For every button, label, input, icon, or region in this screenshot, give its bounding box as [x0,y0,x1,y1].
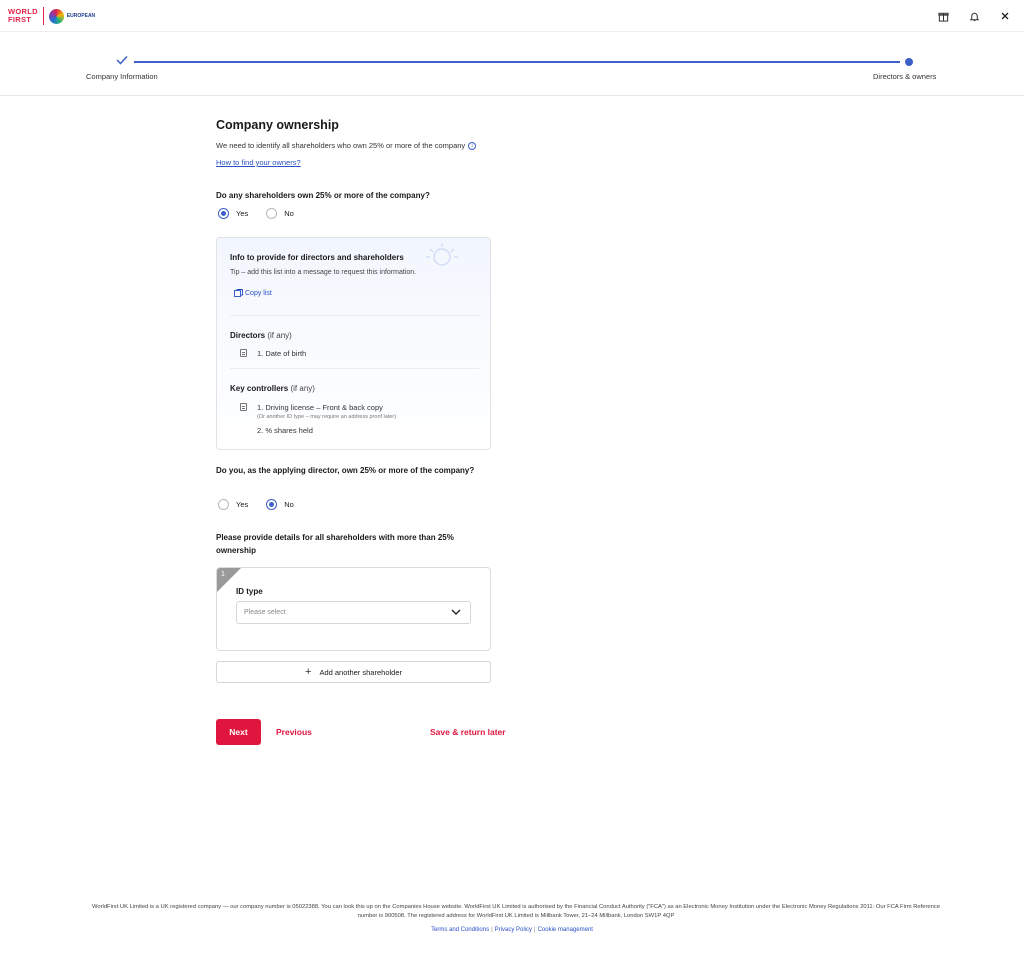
main-form: Company ownership We need to identify al… [216,118,516,170]
worldfirst-logo[interactable]: WORLD FIRST EUROPEAN [8,7,95,25]
check-icon [116,55,128,65]
info-requirements-card: Info to provide for directors and shareh… [216,237,491,450]
radio-indicator-selected[interactable] [266,499,278,510]
directors-item-dob: 1. Date of birth [257,349,307,358]
radio-indicator-selected[interactable] [218,208,229,219]
partner-logo-text: EUROPEAN [66,13,96,19]
logo-line2: FIRST [8,15,32,24]
next-button[interactable]: Next [216,719,261,745]
radio-q1-yes[interactable]: Yes [218,208,248,219]
previous-button[interactable]: Previous [276,727,312,737]
radio-group-q2: Yes No [218,499,312,510]
radio-label: No [284,500,294,509]
chevron-down-icon [451,609,461,615]
question-shareholders-25: Do any shareholders own 25% or more of t… [216,191,430,200]
directors-heading: Directors (if any) [230,331,292,340]
step-label-directors-owners[interactable]: Directors & owners [873,72,936,81]
key-controllers-heading: Key controllers (if any) [230,384,315,393]
document-icon [240,349,247,357]
lightbulb-icon [426,243,458,266]
divider [230,315,479,316]
question-applicant-25: Do you, as the applying director, own 25… [216,466,475,475]
copy-list-button[interactable]: Copy list [234,289,272,297]
bell-icon[interactable] [964,6,984,26]
separator: | [534,927,536,933]
partner-emblem-icon [48,8,64,24]
radio-label: Yes [236,500,249,509]
controllers-item-license: 1. Driving license – Front & back copy [257,403,383,412]
directors-title: Directors [230,331,266,340]
info-card-tip: Tip – add this list into a message to re… [230,269,417,276]
radio-q2-no[interactable]: No [266,499,294,510]
plus-icon: + [305,666,312,678]
directors-hint: (if any) [267,331,292,340]
document-icon [240,403,247,411]
controllers-item-shares: 2. % shares held [257,426,313,435]
save-return-later-button[interactable]: Save & return later [430,727,506,737]
current-step-dot [905,58,913,66]
footer-links: Terms and Conditions | Privacy Policy | Cook… [0,927,1024,933]
add-shareholder-button[interactable]: + Add another shareholder [216,661,491,683]
controllers-item-license-note: (Or another ID type – may require an add… [257,414,397,420]
copy-icon [234,289,243,297]
gift-icon[interactable] [933,6,953,26]
info-icon[interactable]: i [468,141,477,150]
shareholders-details-heading: Please provide details for all sharehold… [216,533,454,555]
separator: | [491,927,493,933]
how-to-find-owners-link[interactable]: How to find your owners? [216,158,301,167]
radio-q1-no[interactable]: No [266,208,294,219]
cookie-management-link[interactable]: Cookie management [538,927,593,933]
stepper-line [134,61,900,63]
info-card-title: Info to provide for directors and shareh… [230,253,404,262]
shareholder-index: 1 [221,571,225,578]
radio-indicator[interactable] [218,499,229,510]
divider [230,368,479,369]
page-subtitle: We need to identify all shareholders who… [216,141,516,150]
step-label-company-information[interactable]: Company Information [86,72,158,81]
terms-link[interactable]: Terms and Conditions [431,927,489,933]
radio-q2-yes[interactable]: Yes [218,499,248,510]
copy-list-label: Copy list [245,289,272,297]
page-subtitle-text: We need to identify all shareholders who… [216,141,466,150]
controllers-hint: (if any) [290,384,315,393]
progress-stepper: Company Information Directors & owners [0,32,1024,96]
radio-group-q1: Yes No [218,208,312,219]
privacy-link[interactable]: Privacy Policy [495,927,532,933]
id-type-select[interactable]: Please select [236,601,471,624]
close-icon[interactable] [995,6,1015,26]
page-title: Company ownership [216,118,339,132]
radio-indicator[interactable] [266,208,278,219]
radio-label: No [284,209,294,218]
id-type-label: ID type [236,587,263,596]
id-type-placeholder: Please select [244,609,286,616]
radio-label: Yes [236,209,249,218]
top-bar: WORLD FIRST EUROPEAN [0,0,1024,32]
logo-divider [42,7,44,25]
footer-legal-text: WorldFirst UK Limited is a UK registered… [92,904,940,919]
controllers-title: Key controllers [230,384,289,393]
add-shareholder-label: Add another shareholder [319,667,402,677]
